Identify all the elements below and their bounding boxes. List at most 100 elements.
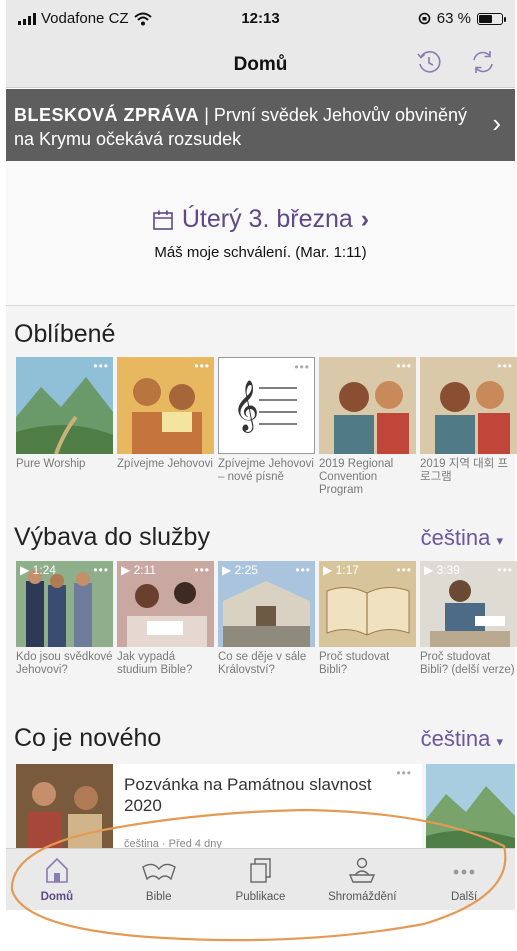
video-item[interactable]: ▶ 3:39 ••• Proč studovat Bibli? (delší v…	[420, 561, 517, 677]
app-screen: Vodafone CZ 12:13 63 % Domů BLESKOVÁ ZPR…	[6, 0, 517, 951]
video-duration: ▶ 2:11	[121, 563, 157, 577]
video-duration: ▶ 1:24	[20, 563, 56, 577]
news-thumbnail	[16, 764, 113, 850]
video-item[interactable]: ▶ 1:24 ••• Kdo jsou svědkové Jehovovi?	[16, 561, 113, 677]
favorites-title: Oblíbené	[14, 320, 116, 348]
more-options-icon[interactable]: •••	[93, 563, 109, 577]
favorite-caption: Pure Worship	[16, 458, 86, 470]
video-thumbnail: ▶ 1:17 •••	[319, 561, 416, 647]
daily-text[interactable]: Úterý 3. března › Máš moje schválení. (M…	[6, 161, 515, 306]
meetings-icon	[349, 857, 376, 883]
video-thumbnail: ▶ 1:24 •••	[16, 561, 113, 647]
video-caption: Jak vypadá studium Bible?	[117, 651, 193, 676]
publication-cover: •••	[117, 357, 214, 454]
more-options-icon[interactable]: •••	[497, 359, 513, 373]
daily-date-row[interactable]: Úterý 3. března ›	[6, 205, 515, 234]
favorite-caption: Zpívejme Jehovovi – nové písně	[218, 458, 314, 483]
favorites-section: Oblíbené ••• Pure Worship ••• Zpívejme J…	[6, 306, 517, 521]
more-options-icon[interactable]: •••	[194, 563, 210, 577]
more-options-icon[interactable]: •••	[396, 359, 412, 373]
video-caption: Proč studovat Bibli? (delší verze)	[420, 651, 515, 676]
tab-publications[interactable]: Publikace	[210, 849, 312, 910]
publication-cover: •••	[16, 357, 113, 454]
battery-fill	[479, 14, 492, 23]
video-thumbnail: ▶ 2:11 •••	[117, 561, 214, 647]
tab-label: Bible	[145, 891, 172, 903]
video-caption: Proč studovat Bibli?	[319, 651, 390, 676]
calendar-icon	[153, 210, 173, 230]
video-thumbnail: ▶ 3:39 •••	[420, 561, 517, 647]
more-options-icon[interactable]: •••	[396, 563, 412, 577]
favorite-caption: 2019 Regional Convention Program	[319, 458, 394, 496]
favorite-caption: 2019 지역 대회 프로그램	[420, 458, 509, 483]
tab-home[interactable]: Domů	[6, 849, 108, 910]
video-item[interactable]: ▶ 1:17 ••• Proč studovat Bibli?	[319, 561, 416, 677]
daily-scripture: Máš moje schválení. (Mar. 1:11)	[154, 244, 367, 261]
video-duration: ▶ 1:17	[323, 563, 359, 577]
battery-percent: 63 %	[436, 10, 471, 27]
video-caption: Co se děje v sále Království?	[218, 651, 307, 676]
favorite-item[interactable]: ••• Pure Worship	[16, 357, 113, 497]
chevron-right-icon: ›	[492, 108, 501, 138]
language-label: čeština	[420, 726, 491, 751]
caret-down-icon: ▾	[496, 533, 503, 548]
tab-bible[interactable]: Bible	[108, 849, 210, 910]
history-icon[interactable]	[415, 48, 443, 76]
breaking-label: BLESKOVÁ ZPRÁVA	[14, 105, 200, 125]
duration-text: 1:24	[32, 563, 56, 577]
favorite-item[interactable]: ••• 2019 지역 대회 프로그램	[420, 357, 517, 497]
video-duration: ▶ 2:25	[222, 563, 258, 577]
news-card[interactable]: Pozvánka na Památnou slavnost 2020 češti…	[16, 764, 422, 850]
bible-icon	[141, 863, 176, 881]
ministry-title: Výbava do služby	[14, 523, 210, 551]
caret-down-icon: ▾	[496, 734, 503, 749]
tab-meetings[interactable]: Shromáždění	[311, 849, 413, 910]
sync-icon[interactable]	[469, 48, 497, 76]
publications-icon	[250, 858, 272, 883]
tab-label: Shromáždění	[328, 891, 397, 903]
duration-text: 3:39	[436, 563, 460, 577]
video-duration: ▶ 3:39	[424, 563, 460, 577]
language-label: čeština	[420, 525, 491, 550]
favorite-item[interactable]: ••• Zpívejme Jehovovi	[117, 357, 214, 497]
news-card-next[interactable]	[426, 764, 515, 850]
news-title: Pozvánka na Památnou slavnost 2020	[124, 775, 372, 815]
more-options-icon[interactable]: •••	[295, 563, 311, 577]
favorite-item[interactable]: 𝄞 ••• Zpívejme Jehovovi – nové písně	[218, 357, 315, 497]
ministry-section: Výbava do služby čeština ▾ ▶ 1:24 ••• Kd…	[6, 521, 517, 716]
publication-cover: •••	[420, 357, 517, 454]
more-icon	[453, 869, 475, 875]
more-options-icon[interactable]: •••	[294, 360, 310, 374]
svg-text:𝄞: 𝄞	[233, 380, 259, 433]
more-options-icon[interactable]: •••	[497, 563, 513, 577]
breaking-separator: |	[204, 105, 209, 125]
more-options-icon[interactable]: •••	[194, 359, 210, 373]
breaking-news-banner[interactable]: BLESKOVÁ ZPRÁVA | První svědek Jehovův o…	[6, 89, 515, 161]
more-options-icon[interactable]: •••	[93, 359, 109, 373]
top-bar: Vodafone CZ 12:13 63 % Domů	[6, 0, 515, 88]
duration-text: 1:17	[335, 563, 359, 577]
status-bar: Vodafone CZ 12:13 63 %	[6, 10, 515, 32]
home-icon	[46, 857, 68, 883]
video-thumbnail: ▶ 2:25 •••	[218, 561, 315, 647]
tab-more[interactable]: Další	[413, 849, 515, 910]
video-item[interactable]: ▶ 2:25 ••• Co se děje v sále Království?	[218, 561, 315, 677]
duration-text: 2:25	[234, 563, 258, 577]
language-selector[interactable]: čeština ▾	[421, 525, 503, 551]
tab-label: Domů	[40, 891, 74, 903]
battery-icon	[477, 12, 506, 25]
tab-bar: Domů Bible Publikace Shromáždění Další	[6, 848, 515, 910]
publication-cover: •••	[319, 357, 416, 454]
whats-new-title: Co je nového	[14, 724, 162, 752]
more-options-icon[interactable]: •••	[396, 766, 412, 780]
publication-cover: 𝄞 •••	[218, 357, 315, 454]
language-selector[interactable]: čeština ▾	[421, 726, 503, 752]
chevron-right-icon: ›	[360, 205, 370, 233]
duration-text: 2:11	[133, 563, 157, 577]
video-caption: Kdo jsou svědkové Jehovovi?	[16, 651, 113, 676]
video-item[interactable]: ▶ 2:11 ••• Jak vypadá studium Bible?	[117, 561, 214, 677]
favorite-item[interactable]: ••• 2019 Regional Convention Program	[319, 357, 416, 497]
tab-label: Další	[450, 891, 478, 903]
daily-date: Úterý 3. března	[181, 205, 353, 233]
orientation-lock-icon	[418, 12, 431, 25]
